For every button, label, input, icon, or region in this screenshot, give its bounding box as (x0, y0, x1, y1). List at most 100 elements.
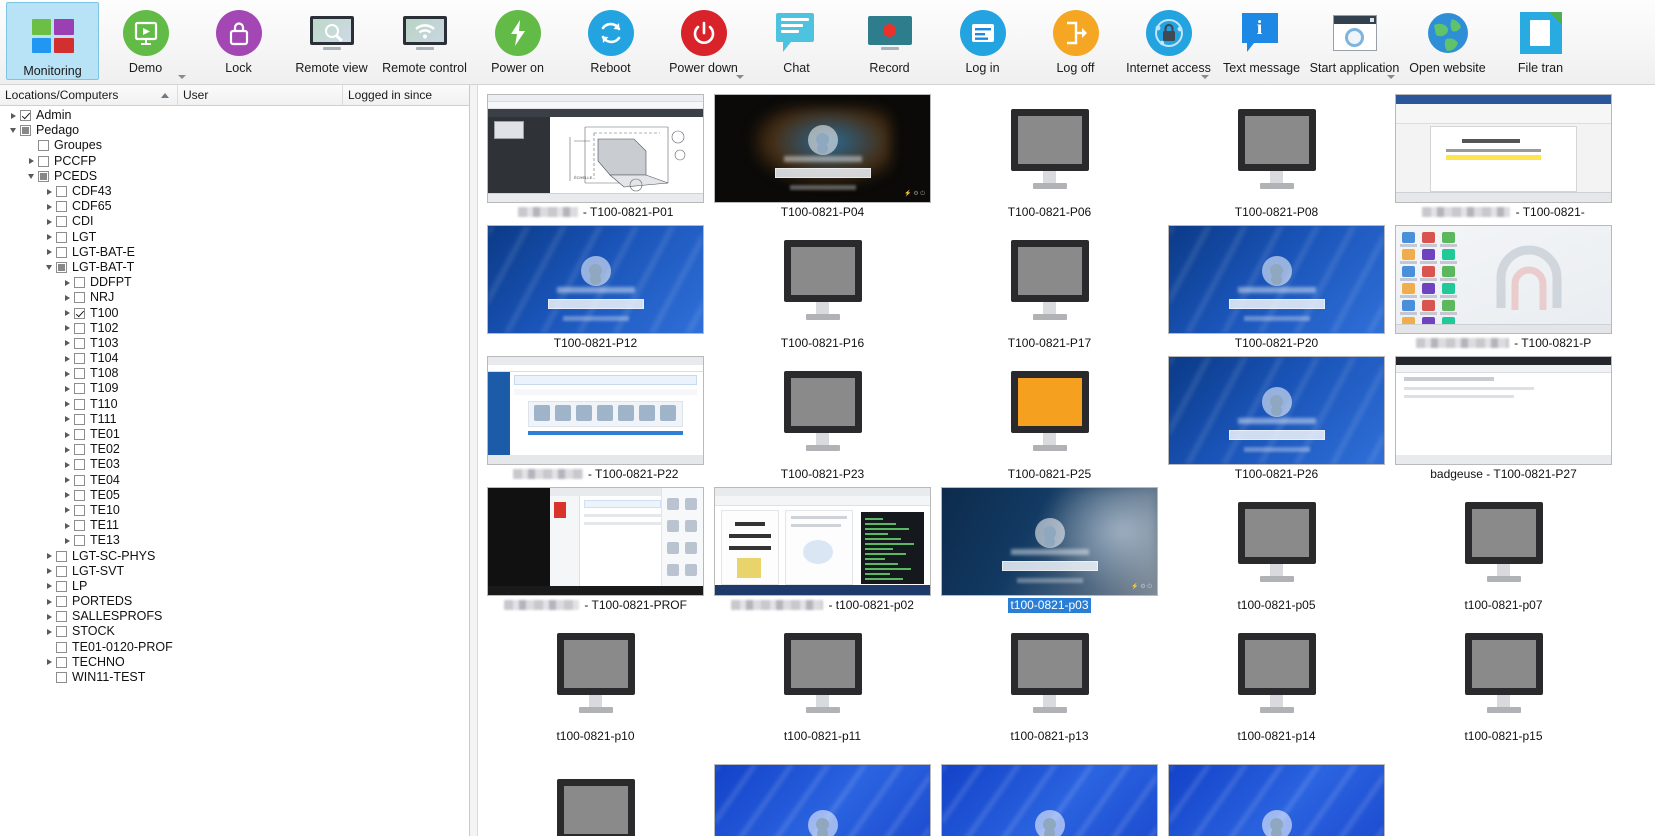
chevron-right-icon[interactable] (60, 366, 74, 381)
computer-screen-preview[interactable] (941, 225, 1158, 334)
computer-caption[interactable]: - T100-0821-P (1414, 336, 1594, 351)
chevron-right-icon[interactable] (60, 533, 74, 548)
tree-node-t104[interactable]: T104 (0, 351, 469, 366)
computer-screen-preview[interactable] (1168, 225, 1385, 334)
computer-thumbnail-cell[interactable]: ⚡ ⚙ ⏻ T100-0821-P04 (709, 89, 936, 220)
tree-node-checkbox[interactable] (38, 155, 49, 167)
chevron-right-icon[interactable] (60, 518, 74, 533)
tree-node-cdf43[interactable]: CDF43 (0, 184, 469, 199)
computer-thumbnail-cell[interactable]: T100-0821-P23 (709, 351, 936, 482)
computer-thumbnail-cell[interactable] (482, 744, 709, 836)
chevron-right-icon[interactable] (42, 579, 56, 594)
tree-node-checkbox[interactable] (56, 201, 67, 213)
tree-node-checkbox[interactable] (56, 641, 67, 653)
computer-thumbnail-cell[interactable]: t100-0821-p15 (1390, 613, 1617, 744)
tree-node-t111[interactable]: T111 (0, 412, 469, 427)
computer-screen-preview[interactable] (487, 356, 704, 465)
tree-node-checkbox[interactable] (56, 261, 67, 273)
tree-node-lgt[interactable]: LGT (0, 230, 469, 245)
chevron-right-icon[interactable] (42, 624, 56, 639)
chevron-right-icon[interactable] (42, 199, 56, 214)
chevron-right-icon[interactable] (60, 275, 74, 290)
computer-screen-preview[interactable] (1168, 487, 1385, 596)
computer-caption[interactable]: - T100-0821-P22 (511, 467, 681, 482)
computer-screen-preview[interactable] (1168, 356, 1385, 465)
computer-thumbnail-cell[interactable]: T100-0821-P17 (936, 220, 1163, 351)
computer-screen-preview[interactable] (1395, 225, 1612, 334)
tree-node-te05[interactable]: TE05 (0, 488, 469, 503)
computer-caption[interactable]: T100-0821-P17 (1006, 336, 1093, 351)
toolbar-button-internet-access[interactable]: Internet access (1122, 0, 1215, 84)
tree-node-checkbox[interactable] (56, 231, 67, 243)
computer-screen-preview[interactable] (1395, 764, 1612, 836)
computer-thumbnail-cell[interactable] (1163, 744, 1390, 836)
computer-thumbnail-cell[interactable]: t100-0821-p14 (1163, 613, 1390, 744)
tree-node-checkbox[interactable] (74, 474, 85, 486)
tree-node-checkbox[interactable] (56, 656, 67, 668)
chevron-right-icon[interactable] (42, 564, 56, 579)
tree-node-porteds[interactable]: PORTEDS (0, 594, 469, 609)
toolbar-button-open-website[interactable]: Open website (1401, 0, 1494, 84)
computer-screen-preview[interactable] (1395, 356, 1612, 465)
tree-node-win11-test[interactable]: WIN11-TEST (0, 670, 469, 685)
chevron-right-icon[interactable] (60, 321, 74, 336)
chevron-right-icon[interactable] (42, 549, 56, 564)
computer-caption[interactable]: t100-0821-p11 (782, 729, 863, 744)
computer-thumbnail-cell[interactable]: t100-0821-p07 (1390, 482, 1617, 613)
computer-screen-preview[interactable] (941, 764, 1158, 836)
tree-node-t108[interactable]: T108 (0, 366, 469, 381)
computer-thumbnail-cell[interactable]: t100-0821-p13 (936, 613, 1163, 744)
tree-node-checkbox[interactable] (38, 170, 49, 182)
tree-node-checkbox[interactable] (74, 307, 85, 319)
chevron-down-icon[interactable] (1201, 75, 1209, 79)
computer-screen-preview[interactable] (941, 94, 1158, 203)
tree-node-t110[interactable]: T110 (0, 397, 469, 412)
computer-caption[interactable]: t100-0821-p14 (1235, 729, 1317, 744)
computer-caption[interactable]: T100-0821-P04 (779, 205, 866, 220)
toolbar-button-file-tran[interactable]: File tran (1494, 0, 1587, 84)
computer-screen-preview[interactable] (487, 764, 704, 836)
toolbar-button-start-application[interactable]: Start application (1308, 0, 1401, 84)
computer-thumbnail-cell[interactable]: - T100-0821-P (1390, 220, 1617, 351)
tree-node-lp[interactable]: LP (0, 579, 469, 594)
computer-screen-preview[interactable] (1395, 618, 1612, 727)
chevron-down-icon[interactable] (24, 169, 38, 184)
computer-caption[interactable]: - T100-0821- (1420, 205, 1587, 220)
chevron-right-icon[interactable] (60, 488, 74, 503)
computer-screen-preview[interactable]: ⚡ ⚙ ⏻ (714, 94, 931, 203)
chevron-right-icon[interactable] (42, 245, 56, 260)
tree-node-checkbox[interactable] (74, 459, 85, 471)
computer-caption[interactable]: T100-0821-P12 (552, 336, 639, 351)
chevron-right-icon[interactable] (60, 381, 74, 396)
tree-node-checkbox[interactable] (56, 565, 67, 577)
chevron-right-icon[interactable] (60, 397, 74, 412)
computer-caption[interactable]: - T100-0821-PROF (502, 598, 689, 613)
computer-caption[interactable]: - T100-0821-P01 (516, 205, 676, 220)
toolbar-button-record[interactable]: Record (843, 0, 936, 84)
tree-node-checkbox[interactable] (56, 626, 67, 638)
tree-node-checkbox[interactable] (20, 125, 31, 137)
computer-thumbnail-cell[interactable]: T100-0821-P25 (936, 351, 1163, 482)
chevron-right-icon[interactable] (42, 184, 56, 199)
tree-node-checkbox[interactable] (56, 550, 67, 562)
computer-screen-preview[interactable] (1395, 94, 1612, 203)
tree-node-checkbox[interactable] (56, 246, 67, 258)
tree-node-te02[interactable]: TE02 (0, 442, 469, 457)
tree-node-checkbox[interactable] (38, 140, 49, 152)
computer-thumbnail-cell[interactable]: - T100-0821-P22 (482, 351, 709, 482)
computer-screen-preview[interactable] (714, 356, 931, 465)
tree-node-sallesprofs[interactable]: SALLESPROFS (0, 609, 469, 624)
chevron-down-icon[interactable] (1387, 75, 1395, 79)
chevron-right-icon[interactable] (42, 609, 56, 624)
chevron-right-icon[interactable] (60, 503, 74, 518)
computer-caption[interactable]: T100-0821-P08 (1233, 205, 1320, 220)
computer-caption[interactable]: T100-0821-P25 (1006, 467, 1093, 482)
chevron-down-icon[interactable] (178, 75, 186, 79)
tree-node-checkbox[interactable] (20, 110, 31, 122)
computer-thumbnail-cell[interactable]: T100-0821-P20 (1163, 220, 1390, 351)
computer-caption[interactable]: T100-0821-P23 (779, 467, 866, 482)
tree-node-checkbox[interactable] (74, 398, 85, 410)
tree-node-checkbox[interactable] (74, 277, 85, 289)
computer-screen-preview[interactable] (1168, 94, 1385, 203)
chevron-right-icon[interactable] (42, 214, 56, 229)
